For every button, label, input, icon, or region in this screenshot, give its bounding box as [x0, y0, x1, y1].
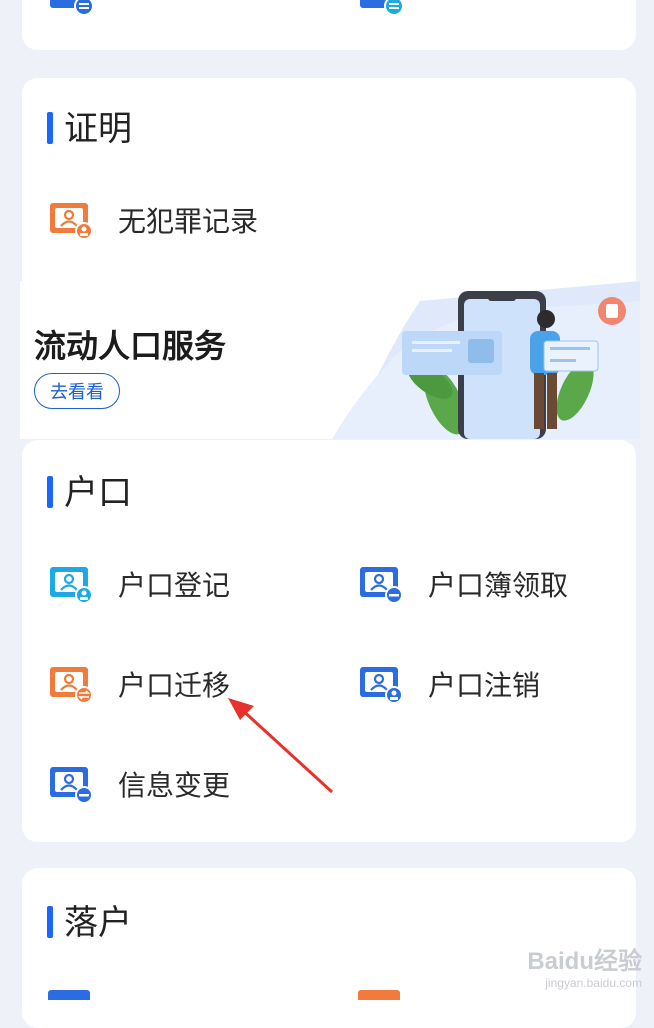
item-label: 户口注销 — [428, 669, 541, 702]
watermark-sub: jingyan.baidu.com — [545, 976, 642, 990]
section-title-settle: 落户 — [64, 903, 132, 943]
id-card-stamp-icon — [360, 667, 403, 704]
section-accent-bar — [47, 476, 53, 508]
item-label: 无犯罪记录 — [118, 205, 259, 238]
id-card-stamp-icon — [50, 203, 93, 240]
section-accent-bar — [47, 906, 53, 938]
item-info-change[interactable]: 信息变更 — [48, 760, 230, 808]
banner-title: 流动人口服务 — [34, 327, 227, 365]
item-hukou-cancellation[interactable]: 户口注销 — [358, 660, 540, 708]
id-card-minus-icon — [50, 767, 93, 804]
watermark-text: Baidu经验 — [527, 948, 642, 975]
top-item-right[interactable] — [358, 0, 404, 16]
section-accent-bar — [47, 112, 53, 144]
floating-population-banner[interactable]: 流动人口服务 去看看 — [20, 281, 640, 439]
id-card-stamp-icon — [50, 567, 93, 604]
item-label: 信息变更 — [118, 769, 231, 802]
baidu-watermark: Baidu经验 jingyan.baidu.com — [527, 941, 642, 990]
settle-item-left-icon[interactable] — [48, 990, 90, 1000]
settle-item-right-icon[interactable] — [358, 990, 400, 1000]
certificate-card: 证明 无犯罪记录 — [22, 78, 636, 308]
section-title-hukou: 户口 — [64, 473, 132, 513]
id-card-minus-icon — [360, 567, 403, 604]
top-services-card — [22, 0, 636, 50]
top-item-left[interactable] — [48, 0, 94, 16]
item-label: 户口迁移 — [118, 669, 231, 702]
id-card-icon — [50, 0, 94, 16]
item-hukou-transfer[interactable]: 户口迁移 — [48, 660, 230, 708]
item-hukou-book-collection[interactable]: 户口簿领取 — [358, 560, 568, 608]
item-hukou-registration[interactable]: 户口登记 — [48, 560, 230, 608]
id-card-icon — [360, 0, 404, 16]
item-label: 户口簿领取 — [428, 569, 569, 602]
section-title-certificate: 证明 — [64, 109, 132, 149]
item-no-criminal-record[interactable]: 无犯罪记录 — [48, 196, 258, 244]
item-label: 户口登记 — [118, 569, 231, 602]
hukou-card: 户口 户口登记 户口簿领取 户口迁移 户口注销 信息变更 — [22, 440, 636, 842]
go-see-button[interactable]: 去看看 — [34, 373, 120, 409]
id-card-transfer-icon — [50, 667, 93, 704]
